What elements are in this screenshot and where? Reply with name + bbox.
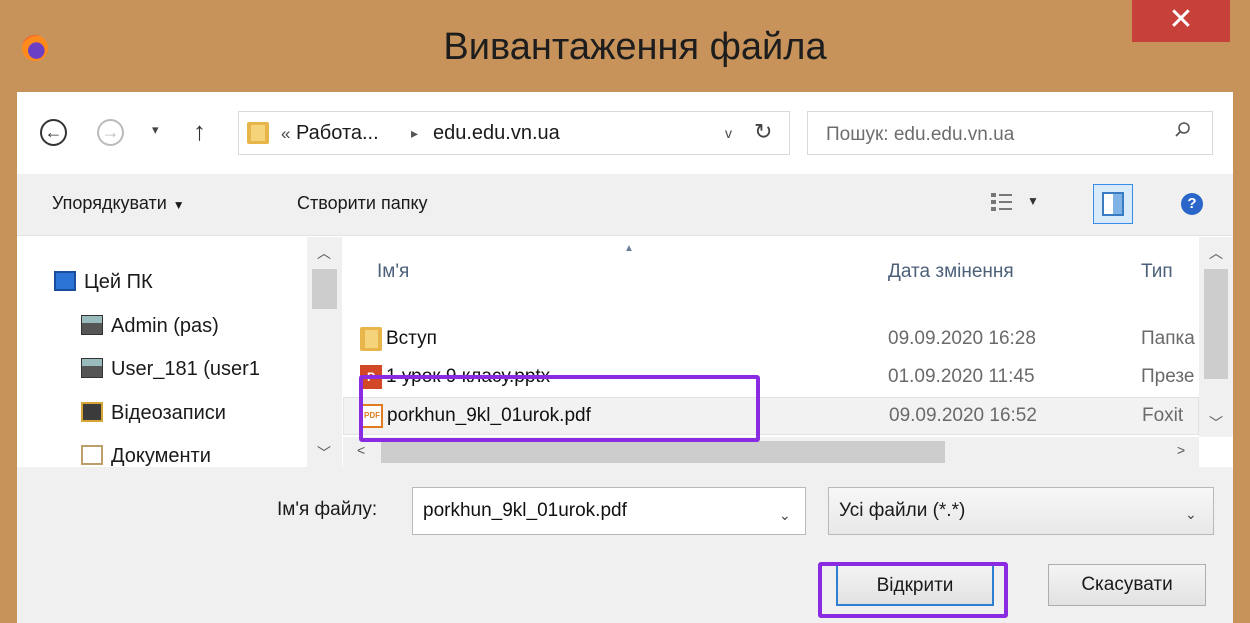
search-box[interactable]: Пошук: edu.edu.vn.ua bbox=[807, 111, 1213, 155]
search-icon[interactable] bbox=[1174, 121, 1192, 139]
window-title: Вивантаження файла bbox=[443, 26, 827, 68]
cancel-button[interactable]: Скасувати bbox=[1048, 564, 1206, 606]
address-dropdown-icon[interactable]: v bbox=[725, 125, 732, 141]
organize-label: Упорядкувати bbox=[52, 193, 167, 213]
back-arrow-icon[interactable]: ← bbox=[40, 119, 67, 146]
folder-icon bbox=[247, 122, 269, 144]
file-row[interactable]: Вступ 09.09.2020 16:28 Папка bbox=[343, 321, 1199, 359]
sort-ascending-icon: ▲ bbox=[624, 243, 634, 254]
recent-locations-chevron-icon[interactable]: ▾ bbox=[152, 122, 159, 138]
file-name: Вступ bbox=[386, 328, 437, 349]
scroll-left-icon[interactable]: < bbox=[357, 442, 365, 458]
video-folder-icon bbox=[81, 402, 103, 422]
file-type: Презе bbox=[1141, 366, 1195, 387]
scroll-right-icon[interactable]: > bbox=[1177, 442, 1185, 458]
highlight-selected-file bbox=[359, 375, 760, 442]
filename-input[interactable] bbox=[412, 487, 806, 535]
chevron-down-icon: ▼ bbox=[172, 198, 185, 212]
view-options-icon[interactable] bbox=[990, 191, 1014, 213]
nav-item-admin[interactable]: Admin (pas) bbox=[81, 315, 219, 338]
nav-item-user181[interactable]: User_181 (user1 bbox=[81, 358, 260, 381]
filename-label: Ім'я файлу: bbox=[277, 499, 378, 520]
file-type-filter-select[interactable]: Усі файли (*.*) ⌄ bbox=[828, 487, 1214, 535]
column-header-name[interactable]: Ім'я bbox=[377, 261, 409, 283]
scroll-up-icon[interactable]: ︿ bbox=[317, 243, 331, 263]
breadcrumb-chevron-icon[interactable]: ▸ bbox=[411, 125, 418, 142]
file-dialog: ← → ▾ ↑ « Работа... ▸ edu.edu.vn.ua v ↻ … bbox=[17, 92, 1233, 623]
breadcrumb-overflow[interactable]: « bbox=[281, 124, 290, 144]
network-drive-icon bbox=[81, 358, 103, 378]
refresh-icon[interactable]: ↻ bbox=[754, 119, 772, 145]
scrollbar-thumb[interactable] bbox=[381, 441, 945, 463]
view-options-chevron-icon[interactable]: ▼ bbox=[1027, 194, 1039, 208]
file-type: Foxit bbox=[1142, 405, 1184, 426]
close-button[interactable]: ✕ bbox=[1132, 0, 1230, 42]
nav-item-documents[interactable]: Документи bbox=[81, 445, 211, 467]
command-bar: Упорядкувати ▼ Створити папку ▼ ? bbox=[17, 174, 1233, 236]
highlight-open-button bbox=[818, 562, 1008, 618]
computer-icon bbox=[54, 271, 76, 291]
column-header-type[interactable]: Тип bbox=[1141, 261, 1173, 283]
nav-item-label: Цей ПК bbox=[84, 271, 153, 293]
documents-folder-icon bbox=[81, 445, 103, 465]
nav-scrollbar[interactable]: ︿ ﹀ bbox=[307, 237, 342, 467]
organize-menu[interactable]: Упорядкувати ▼ bbox=[52, 193, 185, 214]
preview-pane-icon bbox=[1102, 192, 1124, 216]
nav-item-label: Admin (pas) bbox=[111, 315, 219, 337]
new-folder-button[interactable]: Створити папку bbox=[297, 193, 428, 214]
file-date: 09.09.2020 16:52 bbox=[889, 405, 1037, 426]
file-date: 09.09.2020 16:28 bbox=[888, 328, 1036, 349]
up-arrow-icon[interactable]: ↑ bbox=[193, 116, 206, 147]
network-drive-icon bbox=[81, 315, 103, 335]
nav-item-this-pc[interactable]: Цей ПК bbox=[54, 271, 153, 294]
nav-item-videos[interactable]: Відеозаписи bbox=[81, 402, 226, 425]
address-bar[interactable]: « Работа... ▸ edu.edu.vn.ua v ↻ bbox=[238, 111, 790, 155]
preview-pane-button[interactable] bbox=[1093, 184, 1133, 224]
breadcrumb-item[interactable]: edu.edu.vn.ua bbox=[433, 122, 560, 145]
chevron-down-icon: ⌄ bbox=[1185, 506, 1197, 522]
navigation-pane: Цей ПК Admin (pas) User_181 (user1 Відео… bbox=[17, 237, 342, 467]
scrollbar-thumb[interactable] bbox=[1204, 269, 1228, 379]
address-row: ← → ▾ ↑ « Работа... ▸ edu.edu.vn.ua v ↻ … bbox=[17, 92, 1233, 174]
nav-item-label: User_181 (user1 bbox=[111, 358, 260, 380]
scrollbar-thumb[interactable] bbox=[312, 269, 337, 309]
scroll-down-icon[interactable]: ﹀ bbox=[317, 443, 331, 463]
file-list-vertical-scrollbar[interactable]: ︿ ﹀ bbox=[1199, 237, 1233, 437]
forward-arrow-icon[interactable]: → bbox=[97, 119, 124, 146]
search-placeholder: Пошук: edu.edu.vn.ua bbox=[826, 124, 1015, 145]
breadcrumb-item[interactable]: Работа... bbox=[296, 122, 379, 145]
file-date: 01.09.2020 11:45 bbox=[888, 366, 1035, 387]
help-icon[interactable]: ? bbox=[1181, 193, 1203, 215]
title-bar: Вивантаження файла ✕ bbox=[0, 0, 1250, 92]
scroll-down-icon[interactable]: ﹀ bbox=[1209, 413, 1223, 433]
column-header-date[interactable]: Дата змінення bbox=[888, 261, 1014, 283]
file-type-filter-value: Усі файли (*.*) bbox=[839, 500, 966, 521]
chevron-down-icon[interactable]: ⌄ bbox=[779, 507, 791, 524]
file-type: Папка bbox=[1141, 328, 1195, 349]
nav-item-label: Документи bbox=[111, 445, 211, 467]
nav-item-label: Відеозаписи bbox=[111, 402, 226, 424]
bottom-panel: Ім'я файлу: ⌄ Усі файли (*.*) ⌄ Відкрити… bbox=[17, 467, 1233, 623]
folder-icon bbox=[360, 327, 382, 351]
scroll-up-icon[interactable]: ︿ bbox=[1209, 243, 1223, 263]
